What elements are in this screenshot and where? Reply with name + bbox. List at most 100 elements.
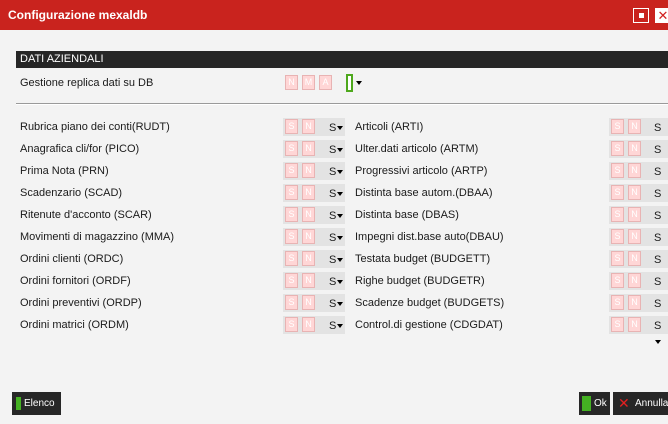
option-n-box: N — [628, 295, 641, 310]
option-s-box: S — [285, 185, 298, 200]
setting-select-right[interactable]: S — [654, 296, 668, 323]
elenco-label: Elenco — [24, 398, 55, 409]
window-titlebar: Configurazione mexaldb ✕ — [0, 0, 668, 30]
elenco-button[interactable]: Elenco — [12, 392, 61, 415]
setting-label: Rubrica piano dei conti(RUDT) — [20, 121, 170, 133]
option-n-box: N — [302, 295, 315, 310]
option-s-box: S — [285, 141, 298, 156]
replica-label: Gestione replica dati su DB — [20, 77, 154, 89]
annulla-label: Annulla — [635, 398, 668, 409]
setting-label: Distinta base autom.(DBAA) — [355, 187, 493, 199]
setting-label: Distinta base (DBAS) — [355, 209, 459, 221]
setting-label: Progressivi articolo (ARTP) — [355, 165, 488, 177]
option-s-box: S — [285, 229, 298, 244]
setting-select-left[interactable]: S — [329, 208, 344, 224]
chevron-down-icon[interactable] — [337, 236, 344, 241]
ok-button[interactable]: Ok — [579, 392, 610, 415]
setting-select-left[interactable]: S — [329, 318, 344, 334]
setting-label: Movimenti di magazzino (MMA) — [20, 231, 175, 243]
option-s-box: S — [611, 273, 624, 288]
chevron-down-icon[interactable] — [337, 324, 344, 329]
chevron-down-icon[interactable] — [356, 81, 362, 85]
option-s-box: S — [611, 141, 624, 156]
option-s-box: S — [611, 251, 624, 266]
setting-select-left[interactable]: S — [329, 252, 344, 268]
setting-value: S — [654, 254, 662, 266]
option-n-box: N — [628, 229, 641, 244]
setting-select-right[interactable]: S — [654, 208, 668, 235]
option-s-box: S — [611, 185, 624, 200]
chevron-down-icon[interactable] — [337, 280, 344, 285]
setting-select-right[interactable]: S — [654, 274, 668, 301]
setting-value: S — [329, 210, 337, 222]
option-n-box: N — [302, 273, 315, 288]
chevron-down-icon[interactable] — [337, 170, 344, 175]
setting-select-right[interactable]: S — [654, 252, 668, 279]
setting-value: S — [329, 232, 337, 244]
setting-select-right[interactable]: S — [654, 318, 668, 345]
option-s-box: S — [611, 119, 624, 134]
chevron-down-icon[interactable] — [337, 258, 344, 263]
replica-option-n: N — [285, 75, 298, 90]
option-n-box: N — [628, 119, 641, 134]
setting-label: Articoli (ARTI) — [355, 121, 424, 133]
option-n-box: N — [302, 229, 315, 244]
setting-label: Prima Nota (PRN) — [20, 165, 109, 177]
setting-label: Ulter.dati articolo (ARTM) — [355, 143, 479, 155]
setting-select-left[interactable]: S — [329, 120, 344, 136]
option-s-box: S — [285, 163, 298, 178]
setting-select-left[interactable]: S — [329, 186, 344, 202]
maximize-button[interactable] — [633, 8, 649, 23]
chevron-down-icon[interactable] — [337, 192, 344, 197]
replica-select[interactable] — [346, 74, 353, 92]
option-s-box: S — [611, 229, 624, 244]
setting-value: S — [654, 320, 662, 332]
setting-label: Ordini clienti (ORDC) — [20, 253, 124, 265]
dialog-body — [0, 30, 668, 424]
setting-value: S — [654, 210, 662, 222]
setting-select-left[interactable]: S — [329, 274, 344, 290]
option-n-box: N — [628, 163, 641, 178]
option-s-box: S — [611, 163, 624, 178]
chevron-down-icon[interactable] — [337, 302, 344, 307]
setting-label: Ordini preventivi (ORDP) — [20, 297, 142, 309]
setting-select-right[interactable]: S — [654, 230, 668, 257]
setting-select-right[interactable]: S — [654, 186, 668, 213]
setting-select-left[interactable]: S — [329, 230, 344, 246]
chevron-down-icon[interactable] — [337, 148, 344, 153]
chevron-down-icon[interactable] — [655, 340, 661, 345]
setting-value: S — [329, 254, 337, 266]
setting-select-right[interactable]: S — [654, 164, 668, 191]
chevron-down-icon[interactable] — [337, 126, 344, 131]
setting-select-right[interactable]: S — [654, 142, 668, 169]
option-n-box: N — [302, 185, 315, 200]
annulla-button[interactable]: ✕ Annulla — [613, 392, 668, 415]
option-n-box: N — [302, 317, 315, 332]
divider — [16, 103, 668, 105]
option-s-box: S — [285, 273, 298, 288]
setting-value: S — [654, 298, 662, 310]
green-chip-icon — [16, 397, 21, 410]
option-n-box: N — [302, 251, 315, 266]
setting-label: Ritenute d'acconto (SCAR) — [20, 209, 152, 221]
setting-value: S — [654, 232, 662, 244]
setting-label: Testata budget (BUDGETT) — [355, 253, 491, 265]
setting-value: S — [654, 166, 662, 178]
close-button[interactable]: ✕ — [655, 8, 668, 23]
setting-value: S — [329, 298, 337, 310]
setting-value: S — [329, 144, 337, 156]
option-s-box: S — [285, 295, 298, 310]
option-n-box: N — [628, 317, 641, 332]
setting-select-left[interactable]: S — [329, 296, 344, 312]
option-s-box: S — [285, 207, 298, 222]
replica-option-m: M — [302, 75, 315, 90]
setting-select-left[interactable]: S — [329, 142, 344, 158]
setting-select-right[interactable]: S — [654, 120, 668, 147]
setting-label: Anagrafica cli/for (PICO) — [20, 143, 140, 155]
chevron-down-icon[interactable] — [337, 214, 344, 219]
option-n-box: N — [628, 251, 641, 266]
setting-value: S — [329, 188, 337, 200]
setting-label: Ordini fornitori (ORDF) — [20, 275, 131, 287]
setting-label: Scadenze budget (BUDGETS) — [355, 297, 505, 309]
setting-select-left[interactable]: S — [329, 164, 344, 180]
